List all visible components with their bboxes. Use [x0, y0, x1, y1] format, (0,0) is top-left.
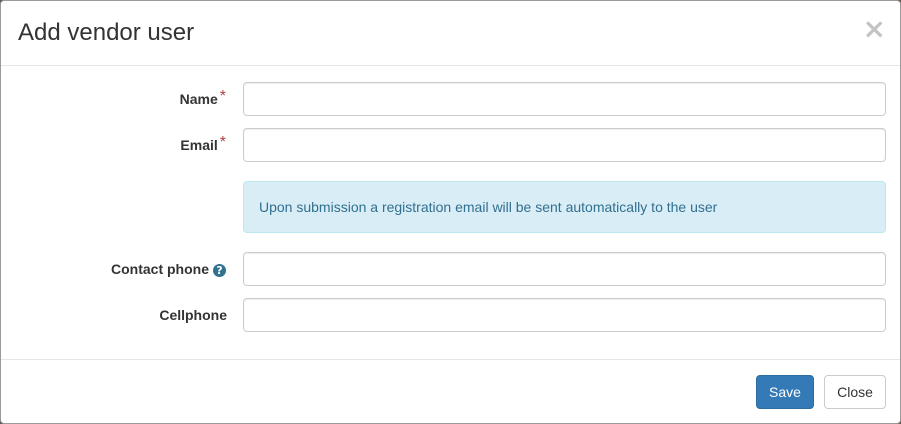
- required-mark: *: [219, 134, 226, 151]
- registration-info-alert: Upon submission a registration email wil…: [243, 181, 886, 233]
- email-input[interactable]: [243, 128, 886, 162]
- add-vendor-user-dialog: Add vendor user × Name * Email * Upon subm…: [0, 0, 901, 424]
- dialog-footer: Save Close: [1, 359, 900, 424]
- email-label: Email *: [180, 134, 226, 153]
- contact-phone-input[interactable]: [243, 252, 886, 286]
- close-button[interactable]: Close: [824, 375, 886, 409]
- required-mark: *: [219, 88, 226, 105]
- cellphone-input[interactable]: [243, 298, 886, 332]
- question-circle-icon[interactable]: ?: [213, 264, 226, 277]
- name-label: Name *: [179, 88, 226, 107]
- close-icon[interactable]: ×: [863, 15, 886, 43]
- dialog-title: Add vendor user: [18, 19, 195, 46]
- contact-phone-label: Contact phone?: [111, 259, 226, 279]
- cellphone-label: Cellphone: [159, 307, 227, 323]
- save-button[interactable]: Save: [756, 375, 814, 409]
- dialog-header: Add vendor user ×: [1, 1, 900, 66]
- name-input[interactable]: [243, 82, 886, 116]
